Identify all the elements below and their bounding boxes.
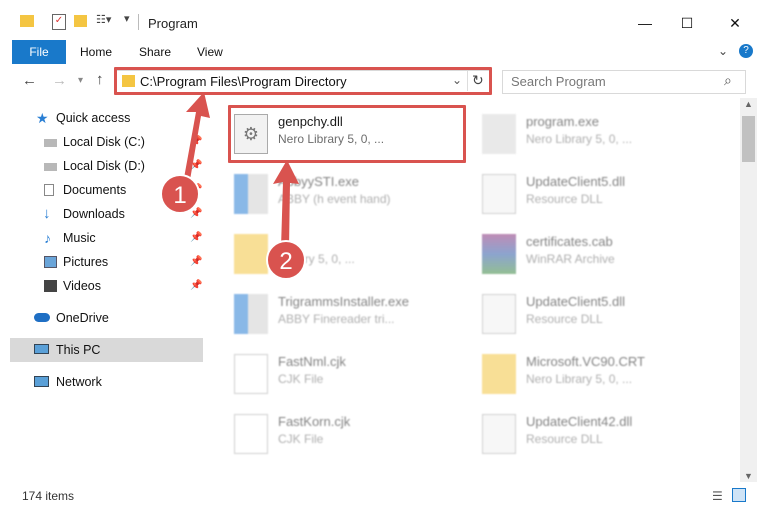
callout-arrow-1 (184, 92, 210, 180)
callout-arrows (184, 92, 299, 248)
callout-arrow-2 (273, 160, 299, 248)
callout-badge-2: 2 (266, 240, 306, 280)
callout-badge-1: 1 (160, 174, 200, 214)
